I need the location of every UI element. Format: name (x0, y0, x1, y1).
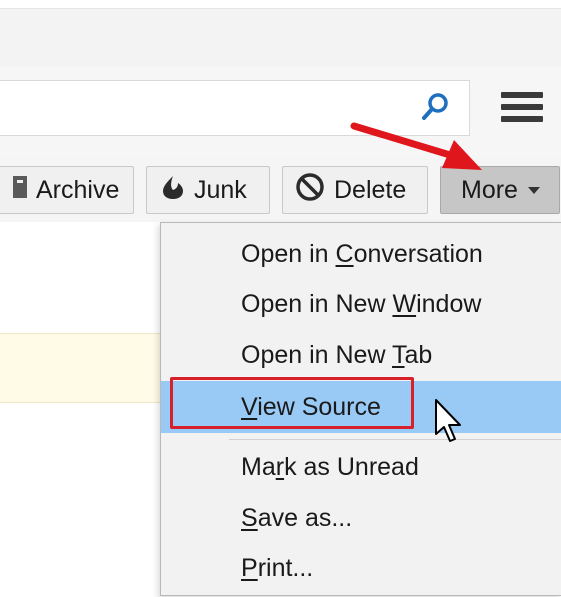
menu-item-save-as[interactable]: Save as... (161, 496, 561, 540)
archive-icon (13, 174, 27, 207)
archive-button[interactable]: Archive (0, 166, 134, 214)
title-bar (0, 8, 561, 67)
message-list-area (0, 222, 170, 597)
menu-item-mark-as-unread[interactable]: Mark as Unread (161, 445, 561, 489)
menu-item-open-in-conversation[interactable]: Open in Conversation (161, 232, 561, 276)
delete-label: Delete (334, 175, 407, 204)
junk-label: Junk (194, 175, 247, 204)
red-arrow-icon (350, 122, 482, 170)
menu-item-open-in-new-tab[interactable]: Open in New Tab (161, 333, 561, 377)
more-label: More (461, 175, 518, 204)
mail-client-window: Archive Junk Delete More Open in Convers… (0, 0, 561, 597)
menu-item-print[interactable]: Print... (161, 546, 561, 590)
junk-flame-icon (161, 174, 185, 207)
selected-message-row[interactable] (0, 333, 170, 403)
mouse-pointer-icon (435, 399, 461, 442)
view-source-highlight-box (170, 377, 414, 429)
menu-separator (229, 439, 561, 440)
archive-label: Archive (36, 175, 120, 204)
chevron-down-icon (527, 186, 540, 194)
menu-item-open-in-new-window[interactable]: Open in New Window (161, 282, 561, 326)
delete-prohibited-icon (295, 172, 325, 209)
junk-button[interactable]: Junk (146, 166, 270, 214)
hamburger-menu-icon[interactable] (501, 92, 543, 126)
